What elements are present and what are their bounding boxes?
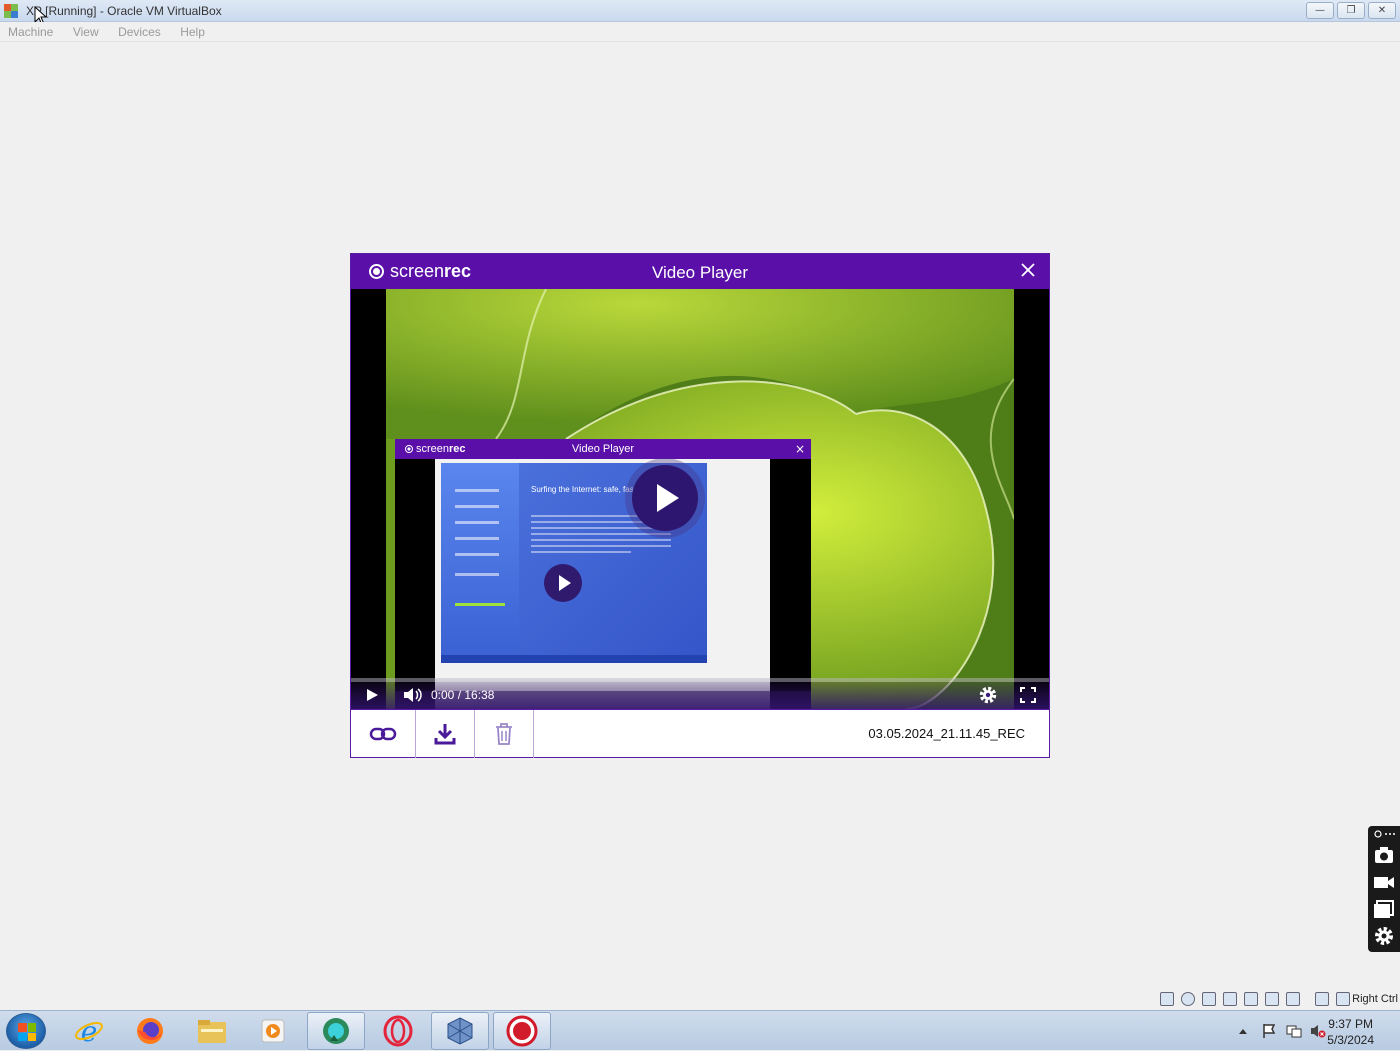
taskbar-media-player[interactable]: [244, 1012, 302, 1050]
taskbar-virtualbox[interactable]: [431, 1012, 489, 1050]
virtualbox-statusbar: Right Ctrl: [0, 988, 1400, 1010]
nested-video-content: Surfing the Internet: safe, fast, and fl…: [435, 459, 770, 709]
system-clock[interactable]: 9:37 PM 5/3/2024: [1327, 1016, 1374, 1048]
xp-step: [455, 489, 499, 492]
svg-text:e: e: [81, 1016, 98, 1046]
play-icon[interactable]: [365, 688, 379, 702]
virtualbox-app-icon: [4, 4, 18, 18]
player-title: Video Player: [651, 263, 749, 282]
minimize-button[interactable]: —: [1306, 2, 1334, 19]
restore-button[interactable]: ❐: [1337, 2, 1365, 19]
xp-text-line: [531, 551, 631, 553]
xp-step: [455, 505, 499, 508]
display-icon[interactable]: [1286, 992, 1300, 1006]
player-actions: 03.05.2024_21.11.45_REC: [351, 709, 1049, 758]
taskbar-opera[interactable]: [369, 1012, 427, 1050]
player-header: screen rec Video Player: [351, 254, 1049, 289]
trash-icon: [496, 723, 512, 745]
xp-text-line: [531, 545, 671, 547]
opera-icon: [383, 1015, 413, 1047]
taskbar-firefox[interactable]: [121, 1012, 179, 1050]
video-area[interactable]: screen rec Video Player × Surfing the In…: [351, 289, 1049, 709]
nested-player-header: screen rec Video Player ×: [395, 439, 811, 459]
video-camera-icon[interactable]: [1372, 871, 1396, 893]
virtualbox-icon: [447, 1017, 473, 1045]
optical-drive-icon[interactable]: [1181, 992, 1195, 1006]
windows-taskbar: e 9:37 PM 5/3/2024: [0, 1010, 1400, 1050]
menu-view[interactable]: View: [65, 22, 99, 39]
start-button[interactable]: [6, 1013, 46, 1049]
xp-step: [455, 537, 499, 540]
nested-player-title: Video Player: [571, 443, 635, 455]
record-button-icon: [506, 1015, 538, 1047]
nested-play-icon: [544, 564, 582, 602]
clock-time: 9:37 PM: [1328, 1017, 1373, 1031]
camera-icon[interactable]: [1372, 844, 1396, 866]
network-icon[interactable]: [1223, 992, 1237, 1006]
xp-text-line: [531, 539, 671, 541]
taskbar-screenrec-app[interactable]: [307, 1012, 365, 1050]
menu-help[interactable]: Help: [172, 22, 205, 39]
taskbar-screenrec-recorder[interactable]: [493, 1012, 551, 1050]
menu-devices[interactable]: Devices: [110, 22, 161, 39]
copy-link-button[interactable]: [351, 710, 416, 758]
toolbar-menu-icon[interactable]: [1372, 828, 1396, 840]
action-center-flag-icon[interactable]: [1262, 1023, 1276, 1039]
system-tray: 9:37 PM 5/3/2024: [1210, 1011, 1400, 1051]
menu-bar: Machine View Devices Help: [0, 22, 1400, 42]
xp-text-line: [531, 533, 671, 535]
taskbar-file-explorer[interactable]: [183, 1012, 241, 1050]
xp-step: [455, 553, 499, 556]
settings-icon[interactable]: [1372, 925, 1396, 947]
volume-icon[interactable]: [403, 687, 423, 703]
download-icon: [434, 724, 456, 745]
link-icon: [369, 727, 397, 741]
close-icon[interactable]: [1019, 261, 1037, 279]
fullscreen-icon[interactable]: [1020, 687, 1036, 703]
nested-video-player: screen rec Video Player × Surfing the In…: [395, 439, 811, 709]
volume-muted-tray-icon[interactable]: [1310, 1023, 1326, 1039]
window-titlebar: XP [Running] - Oracle VM VirtualBox — ❐ …: [0, 0, 1400, 26]
xp-setup-sidebar: [441, 463, 519, 663]
windows-logo-icon: [18, 1023, 36, 1041]
show-hidden-icons-icon[interactable]: [1238, 1027, 1248, 1035]
download-button[interactable]: [416, 710, 475, 758]
audio-icon[interactable]: [1202, 992, 1216, 1006]
internet-explorer-icon: e: [75, 1016, 103, 1046]
recording-filename: 03.05.2024_21.11.45_REC: [868, 726, 1025, 741]
screenrec-app-icon: [323, 1018, 349, 1044]
firefox-icon: [137, 1018, 163, 1044]
shared-folders-icon[interactable]: [1265, 992, 1279, 1006]
video-player-window: screen rec Video Player screen rec Video…: [350, 253, 1050, 758]
xp-step: [455, 521, 499, 524]
network-tray-icon[interactable]: [1286, 1023, 1302, 1039]
close-window-button[interactable]: ✕: [1368, 2, 1396, 19]
video-controls: 0:00 / 16:38: [351, 678, 1049, 709]
time-display: 0:00 / 16:38: [431, 688, 495, 702]
nested-close-icon: ×: [794, 442, 805, 456]
xp-taskbar: [441, 655, 707, 663]
taskbar-internet-explorer[interactable]: e: [60, 1012, 118, 1050]
usb-icon[interactable]: [1244, 992, 1258, 1006]
xp-progress: [455, 603, 505, 606]
xp-step: [455, 573, 499, 576]
settings-gear-icon[interactable]: [978, 685, 998, 705]
video-capture-icon[interactable]: [1315, 992, 1329, 1006]
clock-date: 5/3/2024: [1327, 1033, 1374, 1047]
delete-button[interactable]: [475, 710, 534, 758]
screenrec-side-toolbar: [1368, 826, 1400, 952]
window-title: XP [Running] - Oracle VM VirtualBox: [26, 4, 222, 18]
folder-icon: [198, 1020, 226, 1043]
progress-bar[interactable]: [351, 678, 1049, 682]
menu-machine[interactable]: Machine: [0, 22, 53, 39]
media-player-icon: [261, 1019, 285, 1043]
mouse-integration-icon[interactable]: [1336, 992, 1350, 1006]
host-key-label: Right Ctrl: [1352, 993, 1398, 1005]
hard-disk-icon[interactable]: [1160, 992, 1174, 1006]
gallery-icon[interactable]: [1372, 898, 1396, 920]
play-overlay-button[interactable]: [632, 465, 698, 531]
